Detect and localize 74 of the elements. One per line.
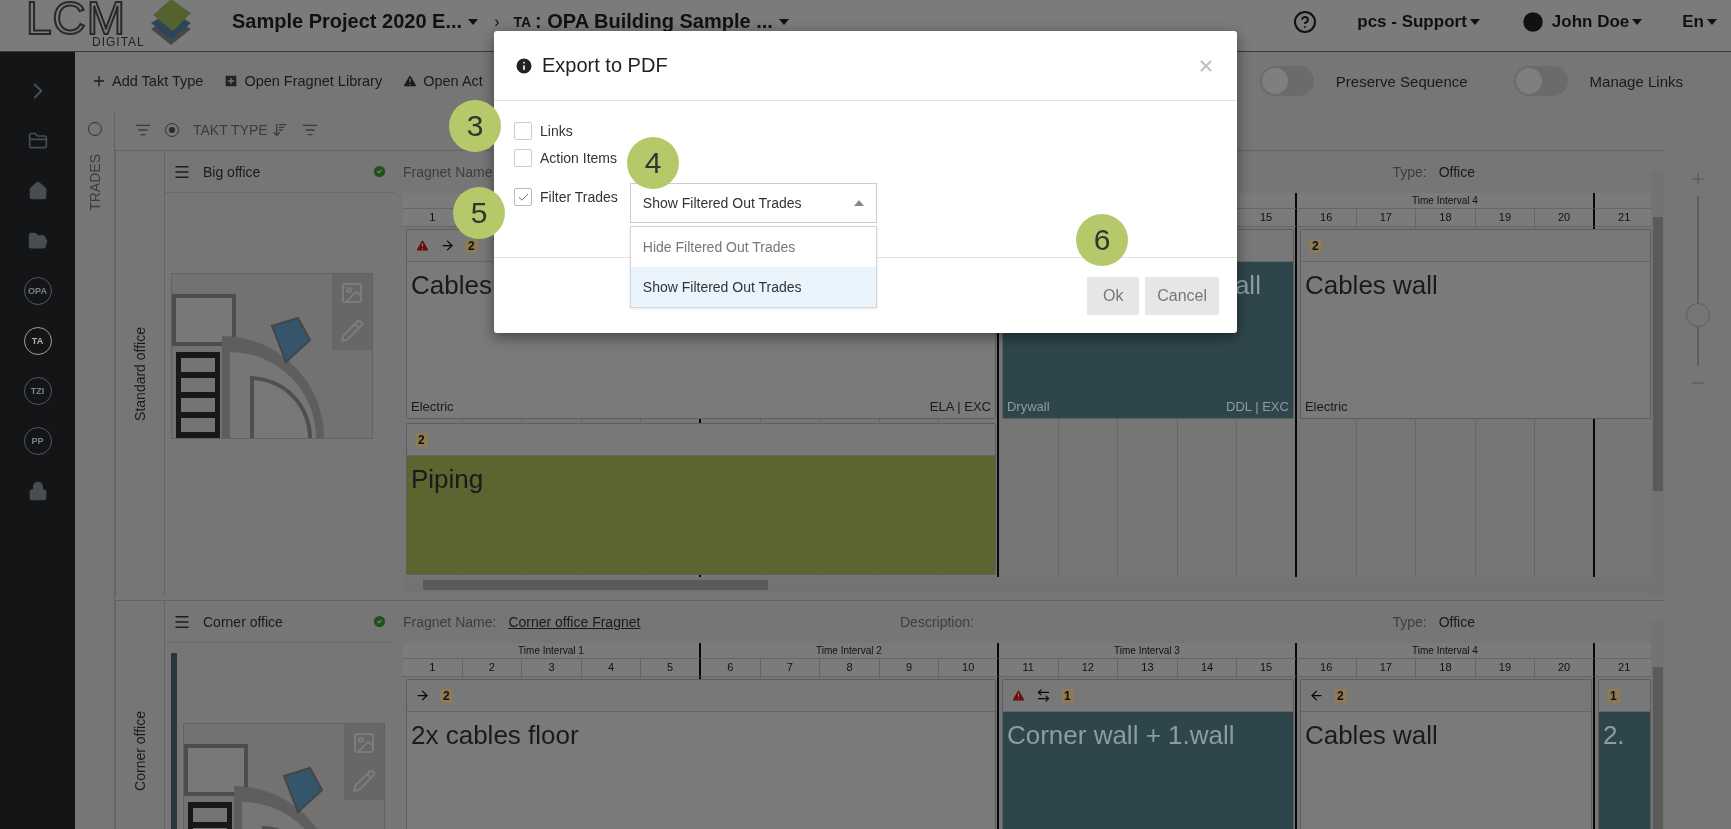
interval-header: Time Interval 4 (1296, 643, 1595, 659)
toggle-label: Preserve Sequence (1335, 72, 1468, 90)
column-header: 16 (1296, 209, 1357, 227)
count-badge: 2 (440, 688, 453, 703)
count-badge: 2 (415, 432, 428, 447)
field-label: Type: (1392, 614, 1427, 630)
column-header: 3 (522, 659, 582, 677)
column-header: 17 (1356, 209, 1417, 227)
trade-code: ELA | EXC (929, 399, 991, 414)
task-title: Piping (411, 464, 484, 495)
field-label: Fragnet Name (403, 164, 493, 180)
logo-subtext: DIGITAL (92, 35, 145, 48)
column-header: 18 (1416, 659, 1476, 677)
column-header: 14 (1177, 659, 1238, 677)
trade-name: Electric (1304, 399, 1348, 414)
checkbox-label: Action Items (540, 149, 618, 166)
task-title: Corner wall + 1.wall (1006, 720, 1235, 751)
type-value: Office (1438, 614, 1475, 630)
column-header: 6 (700, 659, 761, 677)
column-header: 2 (462, 659, 523, 677)
type-value: Office (1438, 164, 1475, 180)
column-header: 19 (1475, 659, 1536, 677)
step-marker: 3 (449, 100, 501, 152)
column-header: 20 (1535, 659, 1595, 677)
column-header: 18 (1416, 209, 1476, 227)
column-header: 4 (581, 659, 642, 677)
takt-type-name: Big office (203, 163, 262, 180)
section-label: Corner office (132, 710, 148, 791)
task-title: Cables wall (1304, 270, 1438, 301)
trade-code: DDL | EXC (1226, 399, 1289, 414)
interval-header: Time Interval 2 (700, 643, 999, 659)
task-title: all (1234, 270, 1261, 301)
takt-type-name: Corner office (203, 613, 284, 630)
column-header: 9 (879, 659, 940, 677)
breadcrumb-separator: › (494, 12, 500, 31)
column-header: 13 (1118, 659, 1178, 677)
task-title: Cables wall (1304, 720, 1438, 751)
area-prefix: TA (513, 13, 532, 30)
column-header: 17 (1356, 659, 1417, 677)
column-header: 16 (1296, 659, 1357, 677)
interval-header: Time Interval 3 (998, 643, 1297, 659)
count-badge: 2 (1333, 688, 1347, 703)
column-header: 20 (1535, 209, 1595, 227)
column-header: 5 (641, 659, 701, 677)
column-header: 1 (403, 659, 463, 677)
count-badge: 1 (1060, 688, 1074, 703)
interval-header: Time Interval 4 (1296, 193, 1595, 209)
column-title: TAKT TYPE (193, 122, 268, 138)
task-title: 2. (1602, 720, 1625, 751)
column-header: 15 (1237, 659, 1297, 677)
task-title: Cables (411, 270, 492, 301)
trade-name: Electric (411, 399, 454, 414)
column-header: 8 (820, 659, 880, 677)
column-header: 19 (1475, 209, 1536, 227)
count-badge: 2 (1308, 238, 1322, 253)
field-label: Description: (900, 614, 974, 630)
interval-header: Time Interval 1 (403, 643, 701, 659)
checkbox-label: Links (540, 122, 573, 139)
column-header: 12 (1058, 659, 1119, 677)
field-label: Fragnet Name: (403, 614, 497, 630)
toggle-label: Manage Links (1589, 72, 1683, 90)
checkbox-label: Filter Trades (540, 189, 618, 205)
task-title: 2x cables floor (411, 720, 579, 751)
count-badge: 2 (465, 238, 478, 253)
trade-name: Drywall (1006, 399, 1050, 414)
count-badge: 1 (1606, 688, 1620, 703)
trades-label: TRADES (86, 154, 103, 211)
logo-text: LCM (26, 0, 127, 35)
section-label: Standard office (132, 326, 148, 421)
dialog-title: Export to PDF (542, 54, 668, 77)
field-label: Type: (1392, 164, 1427, 180)
column-header: 7 (760, 659, 821, 677)
column-header: 11 (998, 659, 1059, 677)
column-header: 10 (939, 659, 999, 677)
